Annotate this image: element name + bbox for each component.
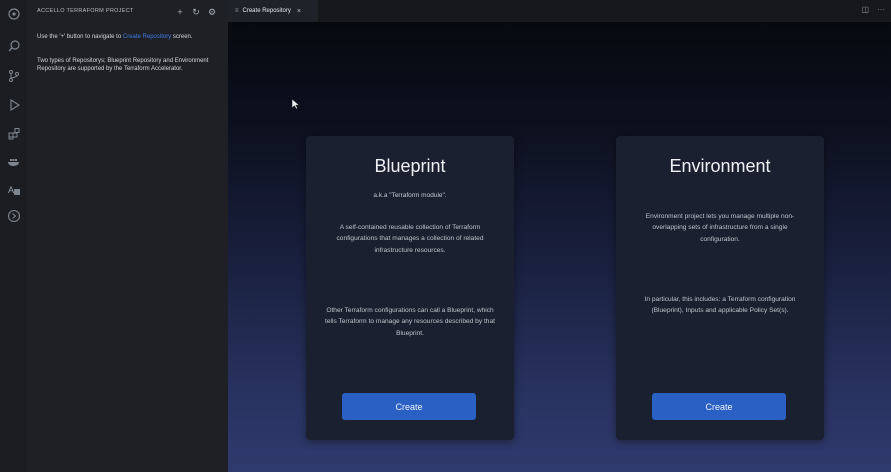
create-blueprint-button[interactable]: Create [342, 393, 476, 420]
refresh-icon[interactable]: ↻ [191, 6, 201, 18]
more-actions-icon[interactable]: ··· [877, 5, 885, 14]
svg-text:A: A [8, 185, 14, 195]
sidebar-header: ACCELLO TERRAFORM PROJECT + ↻ ⚙ [27, 6, 228, 20]
extensions-icon[interactable] [6, 126, 21, 141]
settings-icon[interactable]: ⚙ [207, 6, 217, 18]
help-prefix: Use the '+' button to navigate to [37, 34, 123, 40]
create-environment-button[interactable]: Create [652, 393, 786, 420]
sidebar: ACCELLO TERRAFORM PROJECT + ↻ ⚙ Use the … [27, 0, 229, 472]
editor-actions: ◫ ··· [861, 5, 885, 14]
mouse-pointer-icon [291, 98, 300, 110]
terraform-icon[interactable]: A [6, 182, 21, 197]
environment-title: Environment [669, 156, 771, 176]
tab-bar: ≡ Create Repository × ◫ ··· [228, 0, 891, 22]
close-icon[interactable]: × [297, 8, 301, 15]
search-icon[interactable] [6, 38, 21, 53]
help-suffix: screen. [171, 34, 193, 40]
sidebar-title: ACCELLO TERRAFORM PROJECT [37, 8, 134, 14]
tab-file-icon: ≡ [235, 8, 239, 14]
blueprint-title: Blueprint [374, 156, 446, 176]
activity-bar: A [0, 0, 28, 472]
explorer-icon[interactable] [6, 6, 21, 21]
blueprint-description: A self-contained reusable collection of … [336, 224, 484, 254]
app-window: A ACCELLO TERRAFORM PROJECT + ↻ ⚙ Use th… [0, 0, 891, 472]
editor-area: Blueprint a.k.a "Terraform module". A se… [228, 22, 891, 472]
sidebar-actions: + ↻ ⚙ [175, 6, 217, 18]
environment-card: Environment Environment project lets you… [616, 136, 824, 440]
split-editor-icon[interactable]: ◫ [861, 5, 869, 14]
docker-icon[interactable] [6, 153, 21, 168]
remote-icon[interactable] [6, 208, 21, 223]
tab-create-repository[interactable]: ≡ Create Repository × [228, 0, 318, 22]
environment-details: In particular, this includes: a Terrafor… [644, 296, 796, 315]
source-control-icon[interactable] [6, 68, 21, 83]
sidebar-help-text: Use the '+' button to navigate to Create… [37, 33, 223, 41]
tab-label: Create Repository [242, 8, 291, 14]
create-repository-link[interactable]: Create Repository [123, 34, 171, 40]
blueprint-card: Blueprint a.k.a "Terraform module". A se… [306, 136, 514, 440]
environment-description: Environment project lets you manage mult… [645, 213, 795, 243]
sidebar-info-text: Two types of Repositorys; Blueprint Repo… [37, 58, 209, 72]
blueprint-subtitle: a.k.a "Terraform module". [373, 192, 447, 199]
blueprint-usage: Other Terraform configurations can call … [325, 307, 495, 337]
run-debug-icon[interactable] [6, 97, 21, 112]
add-icon[interactable]: + [175, 6, 185, 18]
